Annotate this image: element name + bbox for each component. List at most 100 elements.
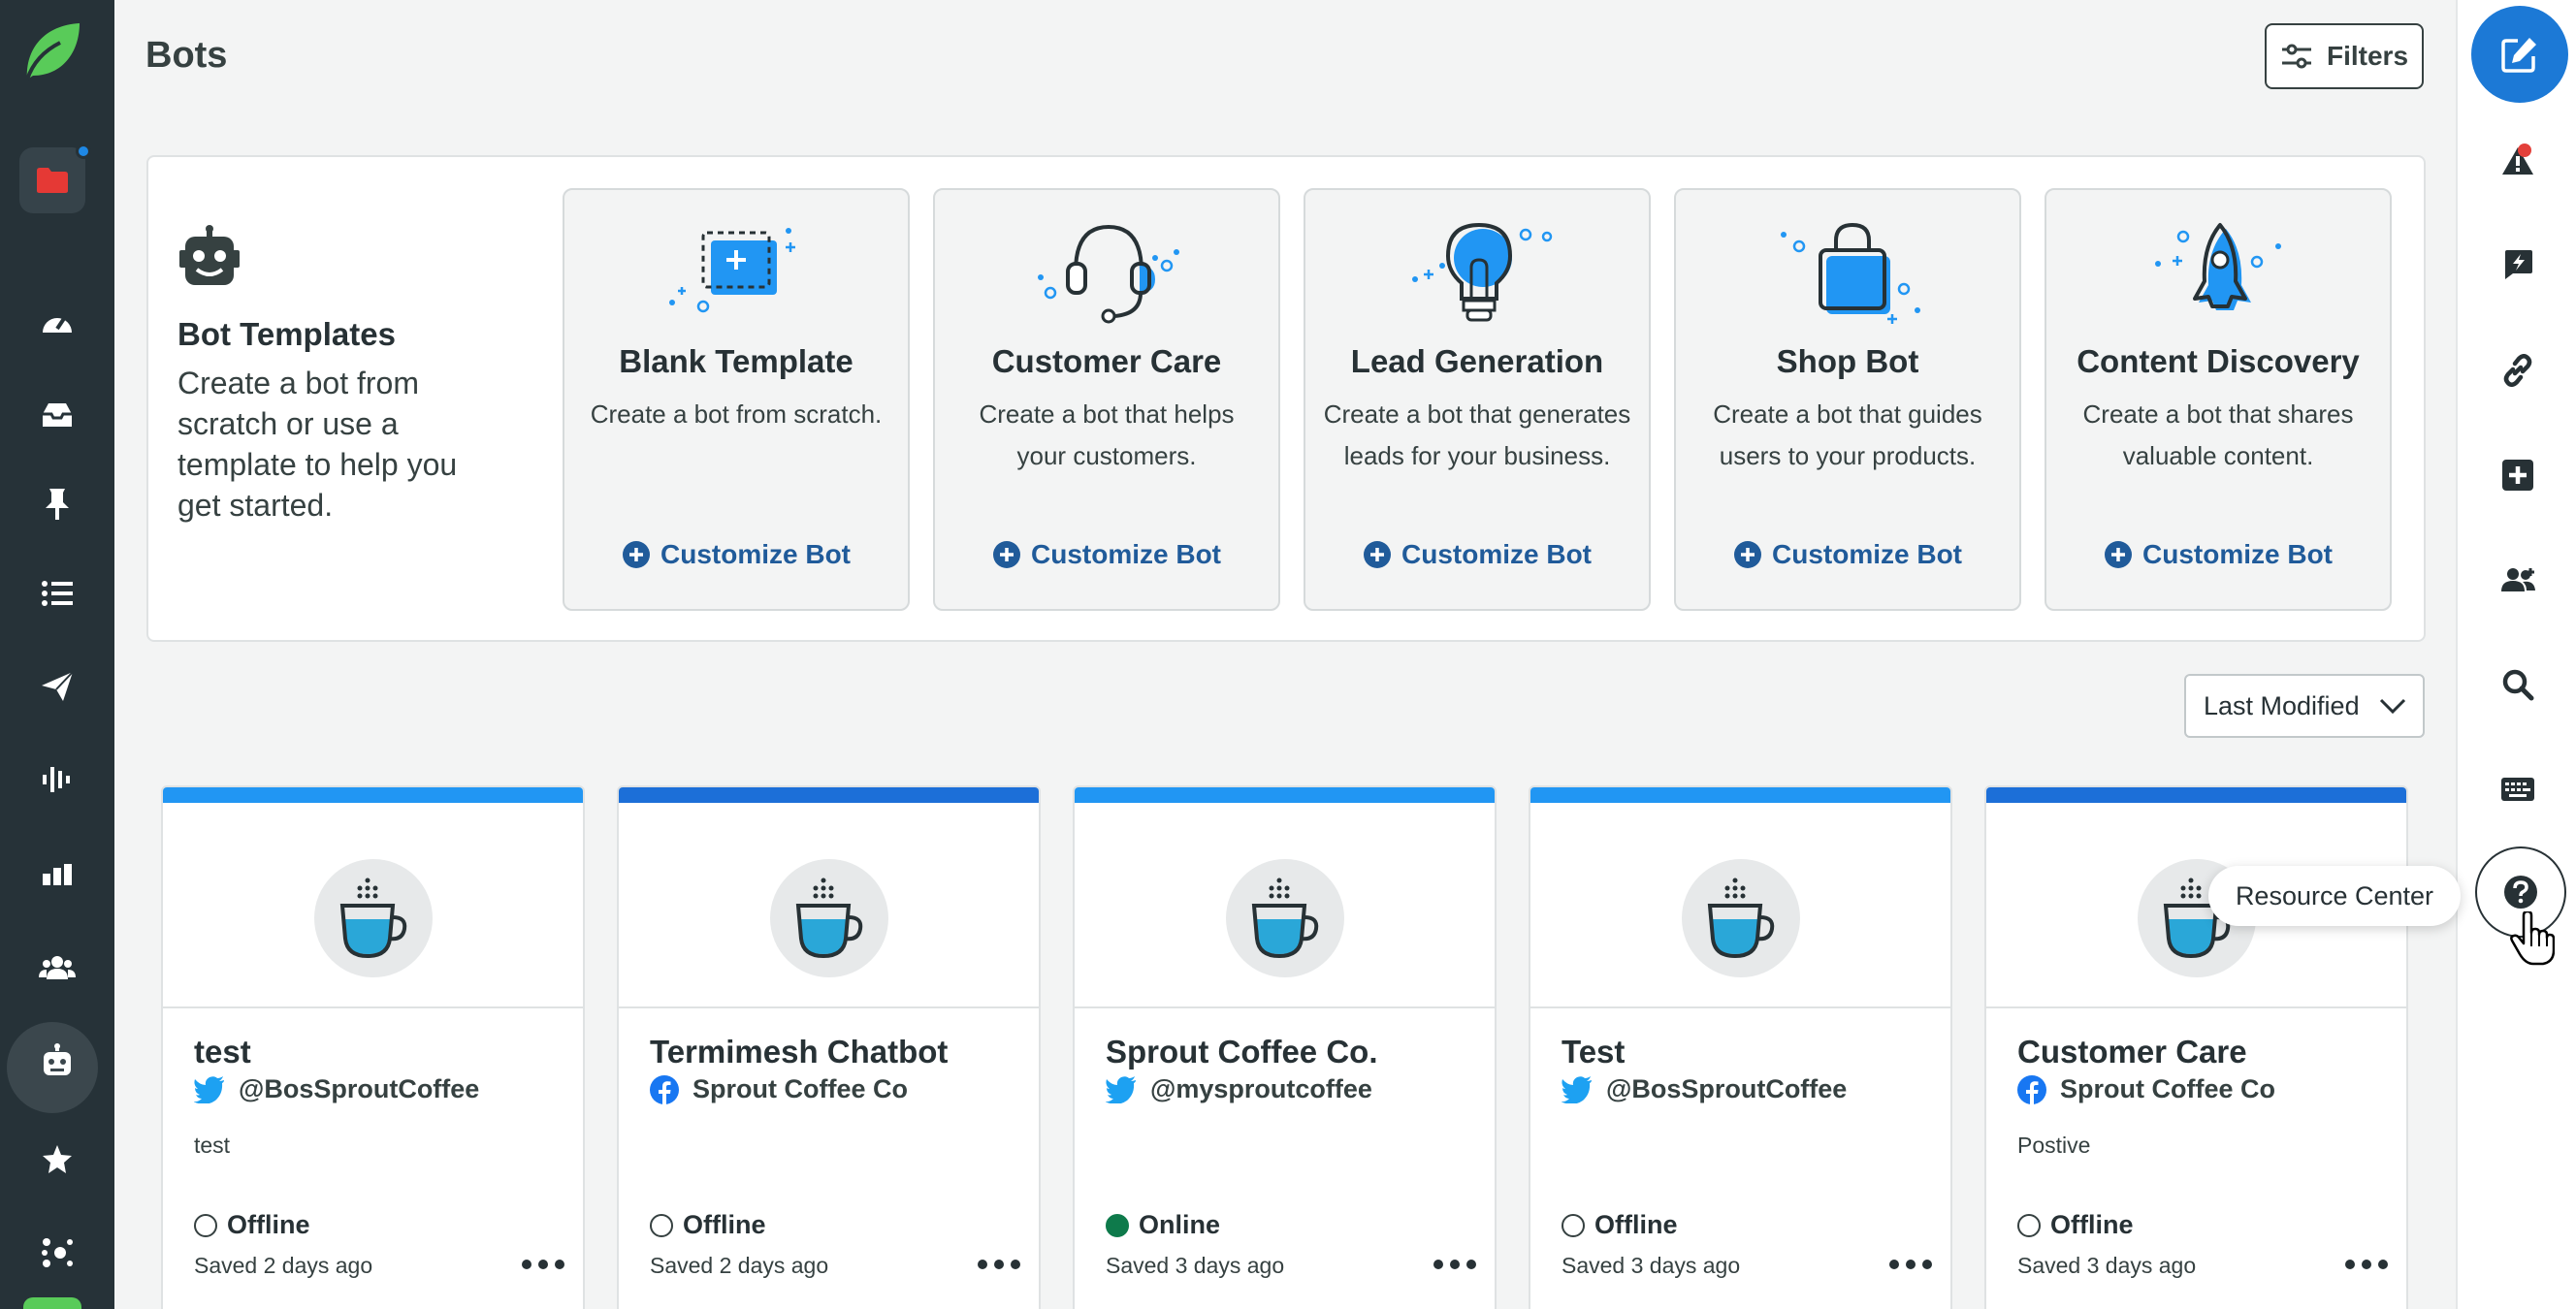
customize-bot-button[interactable]: Customize Bot — [935, 539, 1278, 570]
customize-bot-label: Customize Bot — [660, 539, 851, 569]
card-accent-bar — [1075, 787, 1495, 803]
more-options-icon[interactable] — [522, 1255, 564, 1274]
link-icon[interactable] — [2479, 336, 2557, 404]
bot-templates-panel: Bot Templates Create a bot from scratch … — [146, 155, 2426, 642]
bot-card[interactable]: Termimesh Chatbot Sprout Coffee Co Offli… — [617, 785, 1041, 1309]
star-icon[interactable] — [0, 1121, 114, 1198]
list-icon[interactable] — [0, 555, 114, 632]
sort-selected-value: Last Modified — [2204, 690, 2360, 720]
send-icon[interactable] — [0, 648, 114, 725]
keyboard-icon[interactable] — [2479, 755, 2557, 823]
template-card-content-discovery[interactable]: Content Discovery Create a bot that shar… — [2045, 188, 2392, 611]
facebook-icon — [2017, 1074, 2046, 1104]
robot-icon — [179, 225, 240, 285]
plus-icon[interactable] — [2479, 441, 2557, 509]
bot-name: test — [194, 1034, 251, 1070]
customize-bot-button[interactable]: Customize Bot — [564, 539, 908, 570]
template-description: Create a bot that guides users to your p… — [1713, 399, 1982, 470]
folder-icon[interactable] — [19, 147, 85, 213]
bot-status-label: Offline — [1594, 1210, 1678, 1239]
template-card-blank[interactable]: Blank Template Create a bot from scratch… — [563, 188, 910, 611]
plus-circle-icon — [623, 541, 650, 568]
plus-circle-icon — [1364, 541, 1391, 568]
template-description: Create a bot that helps your customers. — [979, 399, 1235, 470]
rocket-illustration — [2155, 223, 2281, 310]
nav-bottom-badge[interactable] — [23, 1297, 81, 1309]
network-icon[interactable] — [0, 1214, 114, 1292]
notification-dot — [76, 144, 91, 159]
lightbulb-illustration — [1412, 222, 1553, 322]
coffee-cup-icon — [1226, 859, 1344, 977]
bot-name: Customer Care — [2017, 1034, 2247, 1070]
template-description: Create a bot from scratch. — [590, 399, 883, 429]
more-options-icon[interactable] — [1433, 1255, 1476, 1274]
inbox-icon[interactable] — [0, 376, 114, 454]
sliders-icon — [2281, 44, 2311, 69]
filters-button[interactable]: Filters — [2265, 23, 2424, 89]
bot-profile-handle: @BosSproutCoffee — [1606, 1074, 1848, 1103]
template-card-lead-generation[interactable]: Lead Generation Create a bot that genera… — [1304, 188, 1651, 611]
bot-status-label: Offline — [683, 1210, 766, 1239]
bot-saved-time: Saved 3 days ago — [1562, 1253, 1741, 1278]
templates-intro: Bot Templates Create a bot from scratch … — [177, 225, 498, 526]
templates-description: Create a bot from scratch or use a templ… — [177, 366, 458, 523]
customize-bot-button[interactable]: Customize Bot — [1676, 539, 2019, 570]
card-accent-bar — [163, 787, 583, 803]
bot-card[interactable]: Sprout Coffee Co. @mysproutcoffee Online… — [1073, 785, 1497, 1309]
bot-status: Online — [1106, 1210, 1220, 1240]
listening-icon[interactable] — [0, 741, 114, 818]
bot-description: Postive — [2017, 1133, 2091, 1158]
left-nav — [0, 0, 114, 1309]
template-description: Create a bot that generates leads for yo… — [1323, 399, 1631, 470]
bot-status: Offline — [650, 1210, 766, 1240]
page-title: Bots — [145, 35, 228, 76]
bot-profile: @BosSproutCoffee — [194, 1074, 479, 1104]
coffee-cup-icon — [314, 859, 433, 977]
status-offline-icon — [650, 1213, 673, 1237]
bot-status: Offline — [2017, 1210, 2134, 1240]
reports-icon[interactable] — [0, 836, 114, 913]
plus-circle-icon — [1734, 541, 1761, 568]
bot-name: Sprout Coffee Co. — [1106, 1034, 1378, 1070]
customize-bot-button[interactable]: Customize Bot — [2046, 539, 2390, 570]
bolt-icon[interactable] — [2479, 231, 2557, 299]
template-card-shop-bot[interactable]: Shop Bot Create a bot that guides users … — [1674, 188, 2021, 611]
sort-select[interactable]: Last Modified — [2184, 674, 2425, 738]
coffee-cup-icon — [770, 859, 888, 977]
more-options-icon[interactable] — [2345, 1255, 2388, 1274]
template-title: Shop Bot — [1776, 343, 1919, 379]
bot-card[interactable]: Test @BosSproutCoffee Offline Saved 3 da… — [1529, 785, 1952, 1309]
pin-icon[interactable] — [0, 465, 114, 543]
bot-saved-time: Saved 2 days ago — [650, 1253, 829, 1278]
gauge-icon[interactable] — [0, 283, 114, 361]
customize-bot-label: Customize Bot — [1031, 539, 1221, 569]
templates-title: Bot Templates — [177, 316, 396, 352]
bot-status-label: Online — [1139, 1210, 1221, 1239]
team-icon[interactable] — [2479, 546, 2557, 614]
card-accent-bar — [1530, 787, 1950, 803]
bot-name: Termimesh Chatbot — [650, 1034, 949, 1070]
more-options-icon[interactable] — [1889, 1255, 1932, 1274]
bot-profile-handle: @BosSproutCoffee — [239, 1074, 480, 1103]
template-title: Customer Care — [991, 343, 1222, 379]
more-options-icon[interactable] — [978, 1255, 1020, 1274]
bot-card[interactable]: Customer Care Sprout Coffee Co Postive O… — [1984, 785, 2408, 1309]
search-icon[interactable] — [2479, 651, 2557, 718]
facebook-icon — [650, 1074, 679, 1104]
bot-status: Offline — [1562, 1210, 1678, 1240]
twitter-icon — [1562, 1075, 1592, 1103]
bot-icon[interactable] — [0, 1022, 114, 1113]
bot-card[interactable]: test @BosSproutCoffee test Offline Saved… — [161, 785, 585, 1309]
people-icon[interactable] — [0, 929, 114, 1006]
customize-bot-label: Customize Bot — [1772, 539, 1962, 569]
alert-icon[interactable] — [2479, 127, 2557, 195]
bot-saved-time: Saved 3 days ago — [1106, 1253, 1285, 1278]
blank-template-illustration — [669, 228, 795, 313]
coffee-cup-icon — [1682, 859, 1800, 977]
customize-bot-button[interactable]: Customize Bot — [1305, 539, 1649, 570]
template-card-customer-care[interactable]: Customer Care Create a bot that helps yo… — [933, 188, 1280, 611]
resource-center-tooltip: Resource Center — [2208, 866, 2461, 926]
bot-profile-handle: Sprout Coffee Co — [2060, 1074, 2275, 1103]
sprout-logo[interactable] — [19, 19, 85, 89]
compose-icon[interactable] — [2471, 6, 2568, 103]
